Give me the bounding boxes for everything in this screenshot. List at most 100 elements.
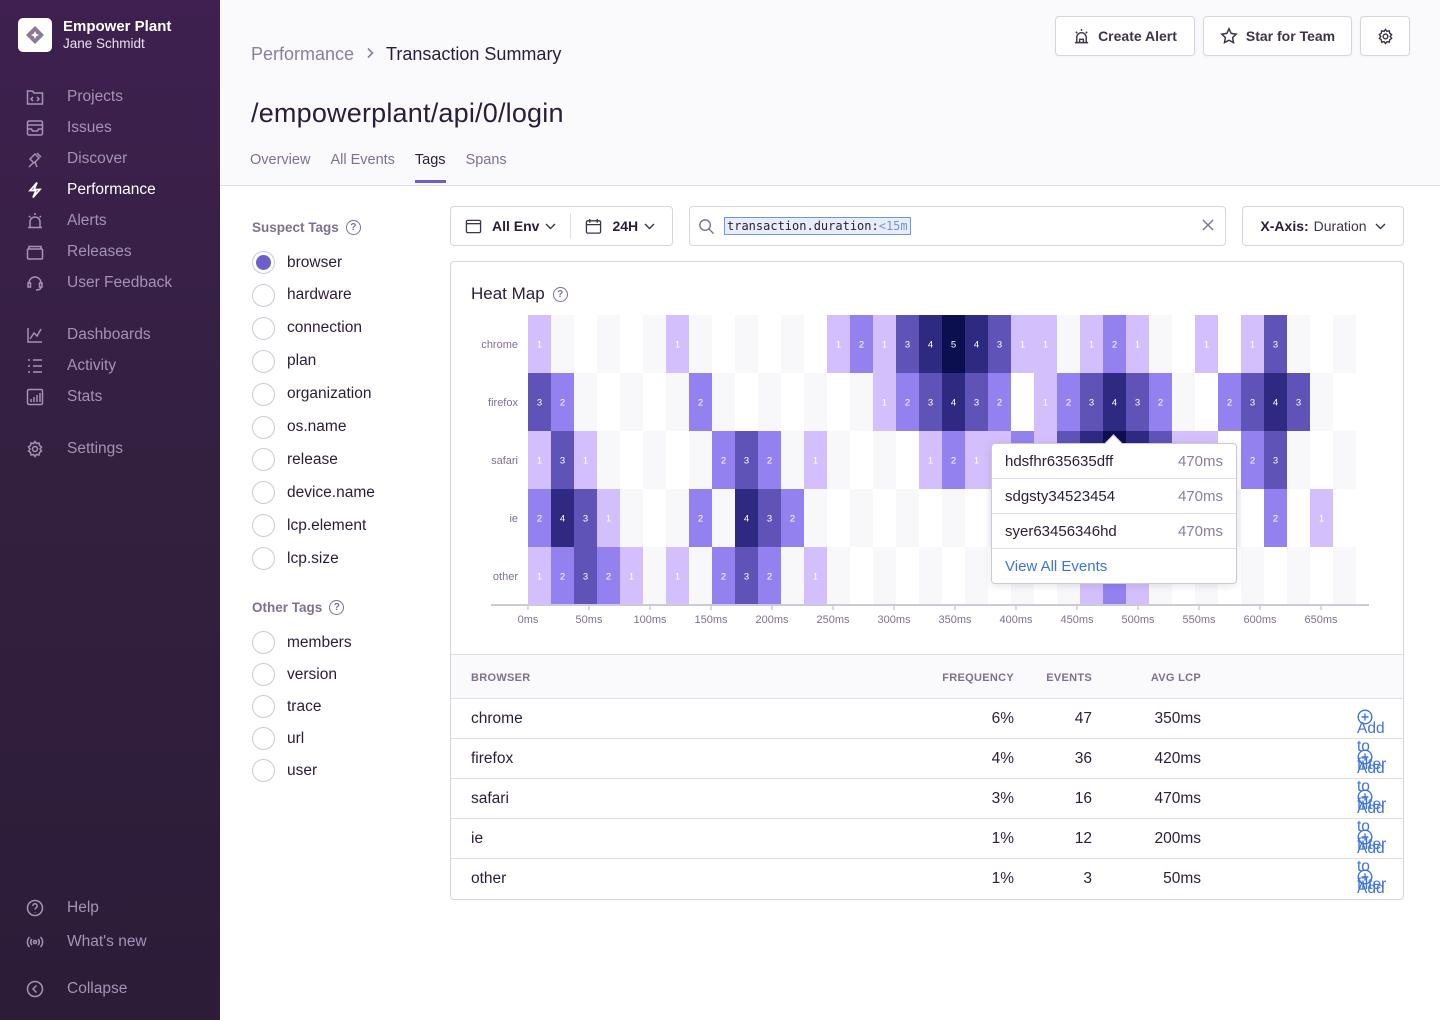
sidebar-item-dashboards[interactable]: Dashboards — [26, 323, 151, 347]
tag-option-lcp-element[interactable]: lcp.element — [252, 514, 366, 538]
search-token[interactable]: transaction.duration:<15m — [724, 217, 911, 235]
tooltip-event-row[interactable]: sdgsty34523454 470ms — [992, 479, 1236, 514]
radio-button[interactable] — [252, 316, 275, 340]
add-to-filter-button[interactable]: Add to filter — [1357, 869, 1385, 899]
clear-search-icon[interactable] — [1201, 218, 1215, 237]
star-for-team-button[interactable]: Star for Team — [1203, 16, 1352, 56]
radio-button[interactable] — [252, 382, 275, 406]
x-tick-label: 50ms — [576, 614, 603, 626]
add-to-filter-button[interactable]: Add to filter — [1357, 789, 1386, 853]
search-input[interactable]: transaction.duration:<15m — [689, 206, 1226, 246]
column-header-frequency[interactable]: FREQUENCY — [942, 672, 1014, 684]
tab-tags[interactable]: Tags — [414, 152, 446, 183]
tag-option-device-name[interactable]: device.name — [252, 481, 375, 505]
avg-lcp-value: 200ms — [1154, 830, 1201, 847]
heatmap-cell — [666, 431, 689, 489]
add-to-filter-button[interactable]: Add to filter — [1357, 749, 1386, 813]
cell-value-label: 2 — [698, 514, 703, 525]
tag-option-url[interactable]: url — [252, 727, 304, 750]
tag-option-hardware[interactable]: hardware — [252, 283, 352, 307]
radio-button[interactable] — [252, 349, 275, 373]
column-header-browser[interactable]: BROWSER — [471, 672, 531, 684]
cell-value-label: 2 — [537, 514, 542, 525]
radio-button[interactable] — [252, 481, 275, 505]
sidebar-item-whats-new[interactable]: What's new — [26, 930, 147, 954]
tag-option-lcp-size[interactable]: lcp.size — [252, 547, 339, 571]
tab-overview[interactable]: Overview — [250, 152, 310, 182]
cell-value-label: 3 — [1135, 398, 1140, 409]
environment-selector[interactable]: All Env — [451, 207, 570, 245]
cell-value-label: 2 — [1227, 398, 1232, 409]
sidebar-item-alerts[interactable]: Alerts — [26, 209, 107, 233]
suspect-tags-heading: Suspect Tags ? — [252, 220, 361, 235]
heatmap-cell — [965, 489, 988, 547]
sidebar-item-activity[interactable]: Activity — [26, 354, 116, 378]
org-switcher[interactable]: Empower Plant Jane Schmidt — [18, 18, 171, 52]
radio-button[interactable] — [252, 514, 275, 538]
add-to-filter-button[interactable]: Add to filter — [1357, 829, 1386, 893]
sidebar-item-releases[interactable]: Releases — [26, 240, 132, 264]
add-to-filter-button[interactable]: Add to filter — [1357, 709, 1386, 773]
sidebar-item-help[interactable]: Help — [26, 896, 99, 920]
sidebar-item-issues[interactable]: Issues — [26, 116, 112, 140]
tooltip-event-row[interactable]: syer63456346hd 470ms — [992, 514, 1236, 549]
heatmap-cell — [1172, 373, 1195, 431]
event-duration: 470ms — [1177, 452, 1223, 470]
tag-option-version[interactable]: version — [252, 663, 337, 686]
tag-value: other — [471, 870, 507, 887]
tag-option-os-name[interactable]: os.name — [252, 415, 346, 439]
calendar-icon — [586, 218, 602, 234]
tag-option-organization[interactable]: organization — [252, 382, 371, 406]
tag-option-label: hardware — [287, 286, 352, 304]
activity-icon — [26, 357, 44, 375]
breadcrumb-performance[interactable]: Performance — [251, 44, 354, 65]
heatmap-cell — [1057, 315, 1080, 373]
x-axis-selector[interactable]: X-Axis: Duration — [1242, 206, 1404, 246]
row-label: safari — [491, 455, 518, 467]
cell-value-label: 2 — [1158, 398, 1163, 409]
tab-spans[interactable]: Spans — [466, 152, 507, 182]
tab-all-events[interactable]: All Events — [330, 152, 394, 182]
column-header-events[interactable]: EVENTS — [1046, 672, 1092, 684]
sidebar-item-performance[interactable]: Performance — [26, 178, 156, 202]
sidebar-collapse[interactable]: Collapse — [26, 977, 127, 1001]
tag-option-connection[interactable]: connection — [252, 316, 362, 340]
date-range-selector[interactable]: 24H — [571, 207, 669, 245]
cell-value-label: 1 — [537, 572, 542, 583]
create-alert-button[interactable]: Create Alert — [1055, 16, 1195, 56]
table-row: firefox 4% 36 420ms Add to filter — [451, 739, 1403, 813]
column-header-avg-lcp[interactable]: AVG LCP — [1151, 672, 1201, 684]
heatmap-cell — [689, 431, 712, 489]
view-all-events-link[interactable]: View All Events — [992, 549, 1236, 583]
page-title: /empowerplant/api/0/login — [251, 98, 564, 128]
radio-button[interactable] — [252, 415, 275, 439]
radio-button[interactable] — [252, 759, 275, 782]
radio-button[interactable] — [252, 251, 275, 274]
radio-button[interactable] — [252, 547, 275, 571]
tag-option-members[interactable]: members — [252, 631, 352, 654]
radio-button[interactable] — [252, 695, 275, 718]
sidebar-item-settings[interactable]: Settings — [26, 437, 123, 461]
heatmap-cell — [827, 489, 850, 547]
tag-option-user[interactable]: user — [252, 759, 317, 782]
heatmap-cell — [758, 315, 781, 373]
radio-button[interactable] — [252, 283, 275, 307]
radio-button[interactable] — [252, 448, 275, 472]
radio-button[interactable] — [252, 663, 275, 686]
tag-option-plan[interactable]: plan — [252, 349, 316, 373]
tag-option-trace[interactable]: trace — [252, 695, 321, 718]
help-icon[interactable]: ? — [329, 600, 345, 615]
settings-button[interactable] — [1360, 16, 1410, 56]
sidebar-item-user-feedback[interactable]: User Feedback — [26, 271, 172, 295]
sidebar-item-projects[interactable]: Projects — [26, 85, 123, 109]
sidebar-item-stats[interactable]: Stats — [26, 385, 102, 409]
radio-button[interactable] — [252, 631, 275, 654]
tooltip-event-row[interactable]: hdsfhr635635dff 470ms — [992, 444, 1236, 479]
heatmap-cell — [1310, 373, 1333, 431]
help-icon[interactable]: ? — [345, 220, 361, 235]
tag-option-browser[interactable]: browser — [252, 251, 342, 274]
sidebar-item-discover[interactable]: Discover — [26, 147, 127, 171]
tag-option-release[interactable]: release — [252, 448, 338, 472]
cell-value-label: 3 — [583, 572, 588, 583]
radio-button[interactable] — [252, 727, 275, 750]
